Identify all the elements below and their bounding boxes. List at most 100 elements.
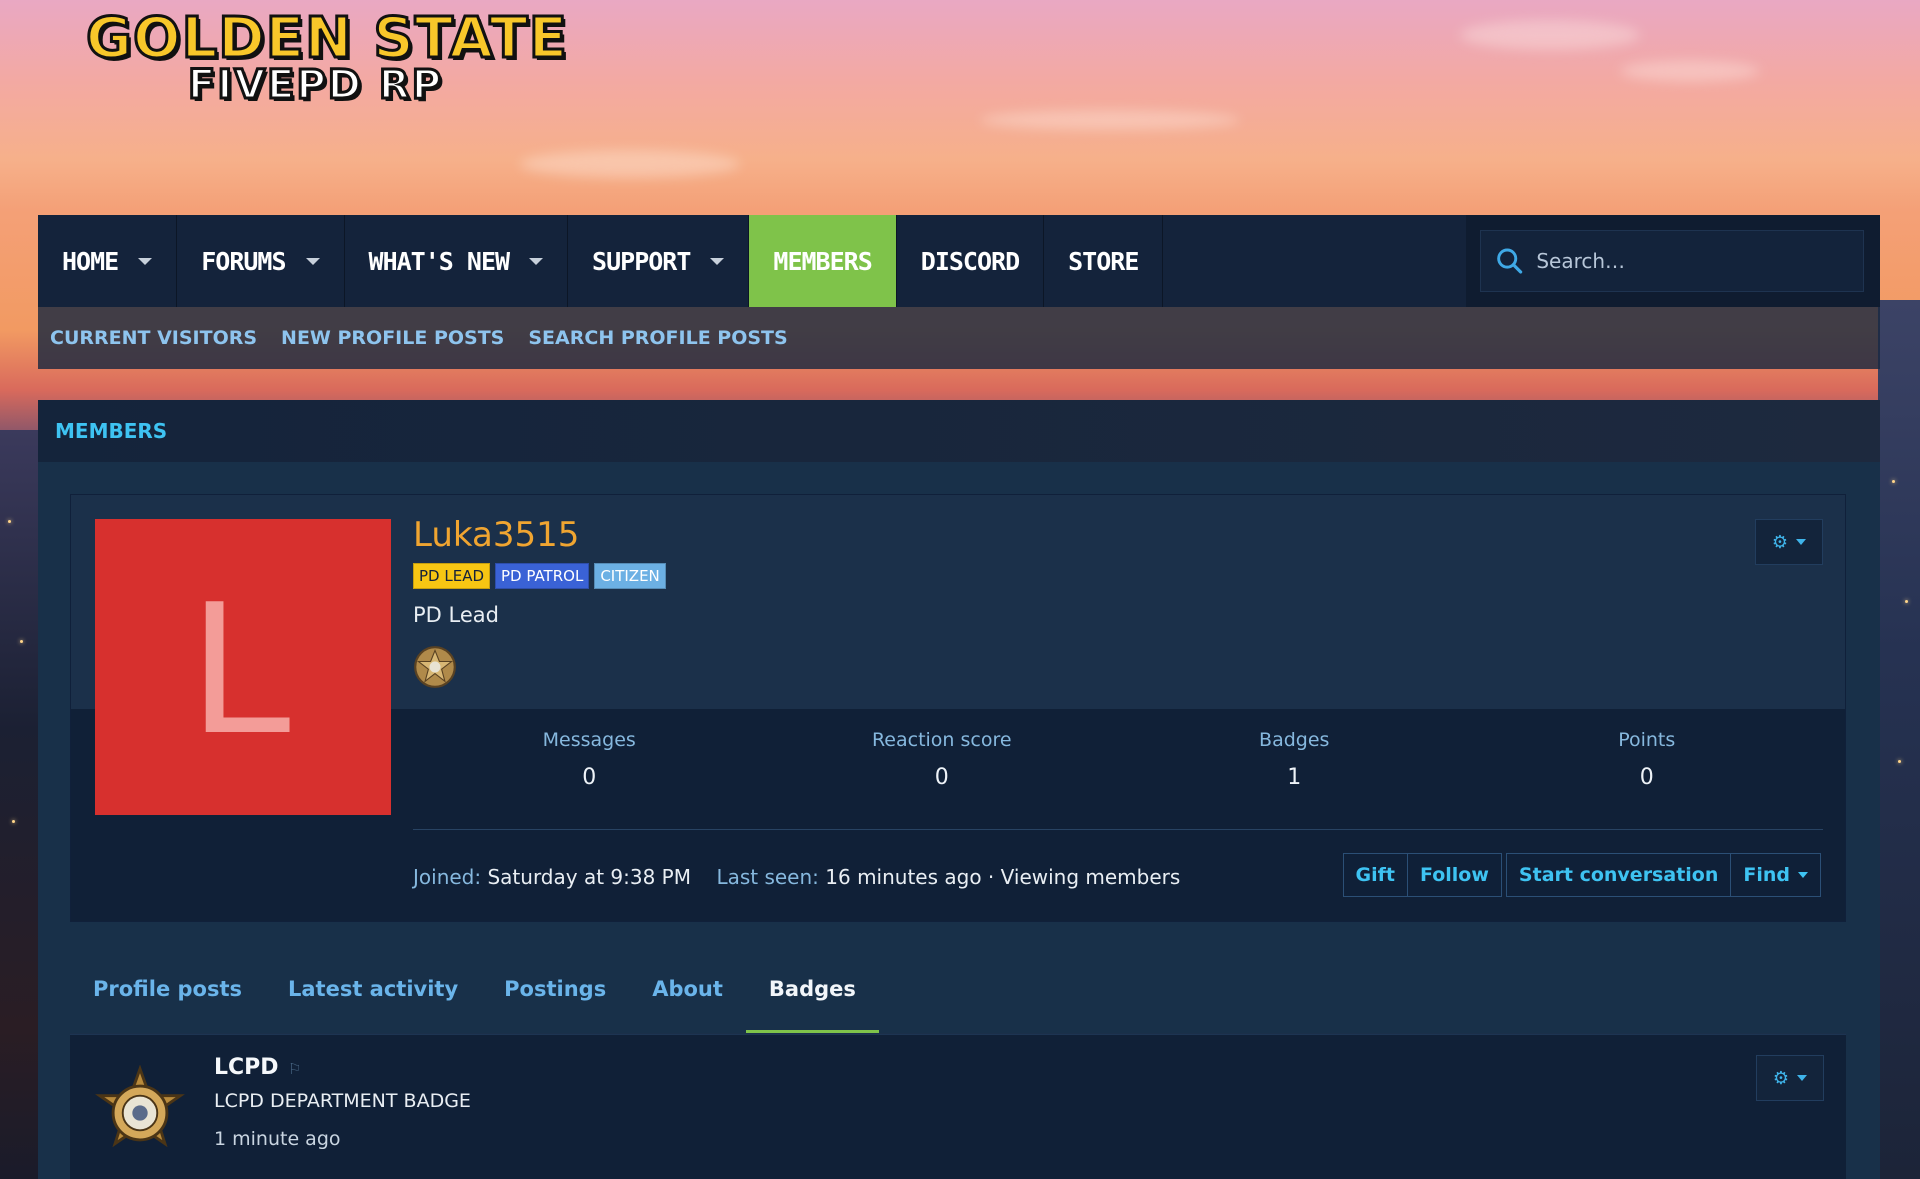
caret-down-icon[interactable] xyxy=(138,257,153,265)
banner-citizen: CITIZEN xyxy=(594,563,666,589)
nav-discord[interactable]: DISCORD xyxy=(897,215,1045,307)
user-banners: PD LEAD PD PATROL CITIZEN xyxy=(413,563,666,589)
caret-down-icon[interactable] xyxy=(710,257,725,265)
stat-badges-value: 1 xyxy=(1287,765,1302,790)
user-title: PD Lead xyxy=(413,603,499,627)
nav-support[interactable]: SUPPORT xyxy=(568,215,750,307)
profile-stats: Messages 0 Reaction score 0 Badges 1 Poi… xyxy=(413,717,1823,817)
sheriff-star-badge-icon xyxy=(95,1065,185,1148)
search-container xyxy=(1466,215,1880,307)
logo-subtitle: FIVEPD RP xyxy=(186,61,444,110)
badge-name[interactable]: LCPD xyxy=(214,1055,279,1080)
avatar[interactable]: L xyxy=(95,519,391,815)
caret-down-icon[interactable] xyxy=(305,257,320,265)
stat-points-label: Points xyxy=(1618,729,1676,751)
stat-badges[interactable]: Badges 1 xyxy=(1118,717,1471,817)
tab-latest-activity[interactable]: Latest activity xyxy=(265,948,481,1033)
nav-whats-new[interactable]: WHAT'S NEW xyxy=(345,215,569,307)
badge-description: LCPD DEPARTMENT BADGE xyxy=(214,1090,471,1112)
nav-forums[interactable]: FORUMS xyxy=(177,215,345,307)
cloud-decoration xyxy=(980,110,1240,130)
sub-navigation: CURRENT VISITORS NEW PROFILE POSTS SEARC… xyxy=(38,307,1880,369)
tab-profile-posts[interactable]: Profile posts xyxy=(70,948,265,1033)
nav-forums-label: FORUMS xyxy=(201,246,286,276)
stat-reaction-score-label: Reaction score xyxy=(871,729,1012,751)
banner-pd-patrol: PD PATROL xyxy=(495,563,590,589)
city-light xyxy=(20,640,23,643)
joined-label: Joined: xyxy=(413,865,482,889)
badge-time: 1 minute ago xyxy=(214,1128,341,1150)
breadcrumb: MEMBERS xyxy=(38,400,1880,462)
main-navigation: HOME FORUMS WHAT'S NEW SUPPORT MEMBERS D… xyxy=(38,215,1880,307)
divider xyxy=(413,829,1823,830)
city-light xyxy=(1905,600,1908,603)
nav-store[interactable]: STORE xyxy=(1044,215,1164,307)
cloud-decoration xyxy=(1460,20,1640,50)
site-logo[interactable]: GOLDEN STATE FIVEPD RP xyxy=(85,5,596,110)
city-light xyxy=(1898,760,1901,763)
find-label: Find xyxy=(1743,864,1790,886)
find-button[interactable]: Find xyxy=(1731,854,1820,896)
cloud-decoration xyxy=(520,150,740,178)
caret-down-icon xyxy=(1796,539,1807,545)
nav-home-label: HOME xyxy=(62,246,119,276)
last-seen-label: Last seen: xyxy=(716,865,819,889)
member-dates: Joined: Saturday at 9:38 PM Last seen: 1… xyxy=(413,865,1180,889)
tab-badges[interactable]: Badges xyxy=(745,948,879,1033)
joined-value: Saturday at 9:38 PM xyxy=(487,865,691,889)
nav-discord-label: DISCORD xyxy=(920,246,1020,276)
stat-reaction-score-value: 0 xyxy=(934,765,949,790)
nav-whats-new-label: WHAT'S NEW xyxy=(368,246,511,276)
gift-button[interactable]: Gift xyxy=(1344,854,1409,896)
sheriff-star-badge-icon[interactable] xyxy=(413,645,457,689)
profile-tabs: Profile posts Latest activity Postings A… xyxy=(70,948,1846,1034)
avatar-letter: L xyxy=(190,561,296,773)
subnav-new-profile-posts[interactable]: NEW PROFILE POSTS xyxy=(281,327,504,349)
breadcrumb-members[interactable]: MEMBERS xyxy=(55,419,167,443)
banner-pd-lead: PD LEAD xyxy=(413,563,491,589)
subnav-current-visitors[interactable]: CURRENT VISITORS xyxy=(50,327,257,349)
city-backdrop-right xyxy=(1878,300,1920,1179)
tab-about[interactable]: About xyxy=(629,948,746,1033)
stat-messages-label: Messages xyxy=(542,729,636,751)
gift-follow-group: Gift Follow xyxy=(1342,853,1502,897)
caret-down-icon xyxy=(1798,872,1808,878)
search-input[interactable] xyxy=(1536,249,1849,273)
start-conversation-button[interactable]: Start conversation xyxy=(1507,854,1732,896)
city-light xyxy=(8,520,11,523)
stat-messages-value: 0 xyxy=(582,765,597,790)
badge-options-button[interactable]: ⚙ xyxy=(1756,1055,1824,1101)
nav-store-label: STORE xyxy=(1068,246,1139,276)
caret-down-icon[interactable] xyxy=(529,257,544,265)
follow-button[interactable]: Follow xyxy=(1408,854,1501,896)
city-light xyxy=(1892,480,1895,483)
gear-icon: ⚙ xyxy=(1771,531,1789,553)
nav-members[interactable]: MEMBERS xyxy=(749,215,897,307)
conversation-find-group: Start conversation Find xyxy=(1505,853,1821,897)
subnav-search-profile-posts[interactable]: SEARCH PROFILE POSTS xyxy=(528,327,787,349)
stat-points-value: 0 xyxy=(1639,765,1654,790)
nav-home[interactable]: HOME xyxy=(38,215,178,307)
city-light xyxy=(12,820,15,823)
username[interactable]: Luka3515 xyxy=(413,515,579,555)
last-seen-value: 16 minutes ago · Viewing members xyxy=(825,865,1181,889)
search-box[interactable] xyxy=(1480,230,1864,292)
stat-reaction-score[interactable]: Reaction score 0 xyxy=(766,717,1119,817)
city-backdrop-left xyxy=(0,430,40,1179)
member-header-card: L Luka3515 PD LEAD PD PATROL CITIZEN PD … xyxy=(70,494,1846,922)
stat-points[interactable]: Points 0 xyxy=(1471,717,1824,817)
nav-members-label: MEMBERS xyxy=(773,246,872,276)
stat-messages[interactable]: Messages 0 xyxy=(413,717,766,817)
nav-support-label: SUPPORT xyxy=(592,246,691,276)
list-item: LCPD ⚐ LCPD DEPARTMENT BADGE 1 minute ag… xyxy=(70,1034,1846,1179)
search-icon[interactable] xyxy=(1495,246,1524,276)
profile-actions: Gift Follow Start conversation Find xyxy=(1342,853,1821,897)
profile-options-button[interactable]: ⚙ xyxy=(1755,519,1823,565)
tab-postings[interactable]: Postings xyxy=(481,948,629,1033)
stat-badges-label: Badges xyxy=(1259,729,1330,751)
cloud-decoration xyxy=(1620,60,1760,82)
main-content: MEMBERS L Luka3515 PD LEAD PD PATROL CIT… xyxy=(38,400,1880,1179)
pin-icon[interactable]: ⚐ xyxy=(288,1060,301,1078)
caret-down-icon xyxy=(1797,1075,1808,1081)
